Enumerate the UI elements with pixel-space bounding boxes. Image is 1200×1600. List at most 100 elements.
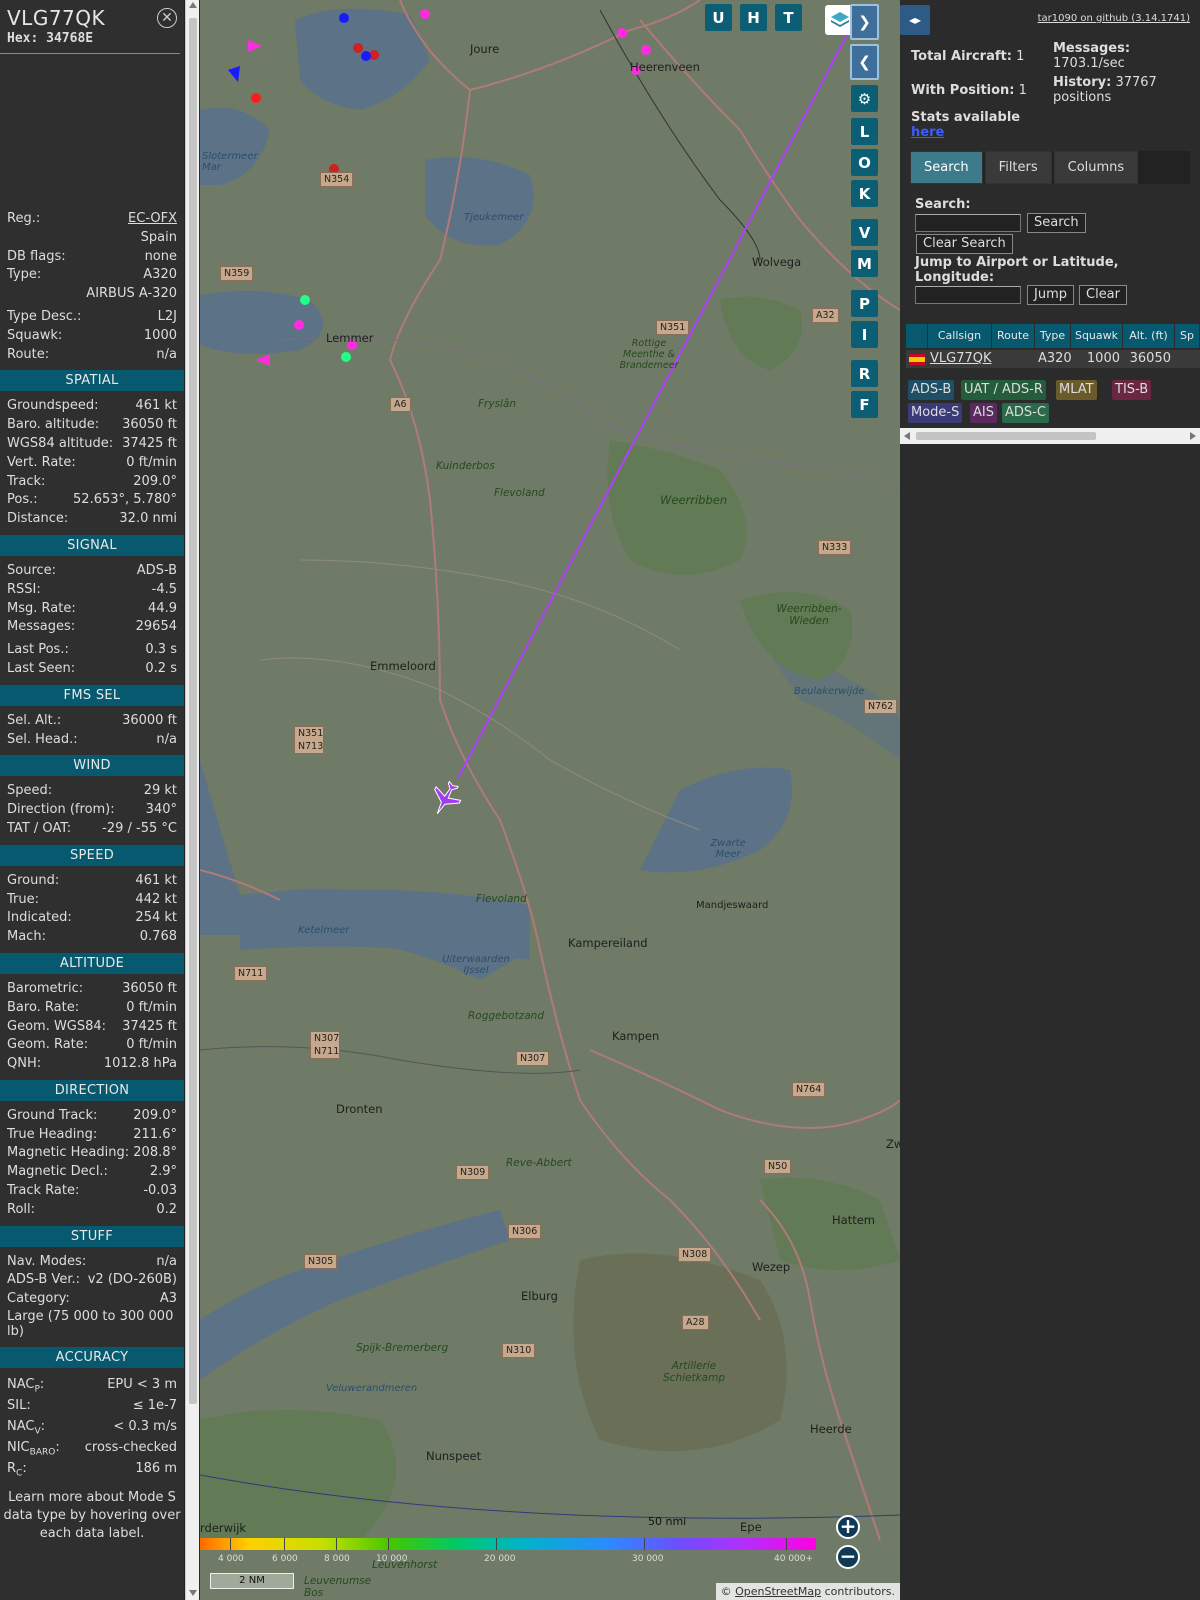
search-button[interactable]: Search	[1027, 213, 1086, 233]
scroll-thumb[interactable]	[189, 18, 197, 1404]
info-row-label[interactable]: True Heading:	[7, 1126, 97, 1145]
info-row-label[interactable]: Magnetic Heading:	[7, 1144, 129, 1163]
info-row-label[interactable]: NICBARO:	[7, 1437, 60, 1458]
toggle-t-button[interactable]: T	[775, 4, 802, 31]
info-row-label[interactable]: Distance:	[7, 510, 68, 529]
next-arrow-icon[interactable]: ❯	[850, 4, 879, 40]
info-row-label[interactable]: Category:	[7, 1290, 70, 1309]
info-row-label[interactable]: Last Pos.:	[7, 641, 69, 660]
spatial-row: Groundspeed: 461 kt	[0, 397, 184, 416]
info-row-label[interactable]: Pos.:	[7, 491, 38, 510]
info-row-label[interactable]: Speed:	[7, 782, 52, 801]
info-row-label[interactable]: Direction (from):	[7, 801, 115, 820]
info-row-label[interactable]: Ground Track:	[7, 1107, 97, 1126]
info-row-label[interactable]: Indicated:	[7, 909, 72, 928]
info-row-label[interactable]: Magnetic Decl.:	[7, 1163, 108, 1182]
registration-link[interactable]: EC-OFX	[128, 210, 177, 229]
info-row-label[interactable]: TAT / OAT:	[7, 820, 71, 839]
shortcut-v-button[interactable]: V	[851, 219, 878, 246]
info-vertical-scrollbar[interactable]	[185, 0, 199, 1600]
scroll-down-icon[interactable]	[189, 1590, 197, 1596]
tab-columns[interactable]: Columns	[1053, 151, 1139, 184]
info-row-label[interactable]: Geom. WGS84:	[7, 1018, 106, 1037]
shortcut-r-button[interactable]: R	[851, 360, 878, 387]
info-row-label[interactable]: Ground:	[7, 872, 59, 891]
scroll-left-icon[interactable]	[904, 432, 910, 440]
stats-here-link[interactable]: here	[911, 125, 944, 140]
info-row-label[interactable]: Track Rate:	[7, 1182, 79, 1201]
info-row-label[interactable]: Roll:	[7, 1201, 35, 1220]
shortcut-i-button[interactable]: I	[851, 321, 878, 348]
info-row-label[interactable]: NACV:	[7, 1416, 45, 1437]
row-callsign[interactable]: VLG77QK	[928, 350, 992, 368]
expand-collapse-icon[interactable]: ◂▸	[900, 5, 930, 35]
shortcut-p-button[interactable]: P	[851, 290, 878, 317]
jump-button[interactable]: Jump	[1027, 285, 1074, 305]
clear-jump-button[interactable]: Clear	[1079, 285, 1127, 305]
col-squawk-header[interactable]: Squawk	[1071, 324, 1123, 348]
tab-filters[interactable]: Filters	[984, 151, 1052, 184]
info-row-label[interactable]: Geom. Rate:	[7, 1036, 88, 1055]
map-view[interactable]: Joure Heerenveen Wolvega Lemmer Emmeloor…	[200, 0, 900, 1600]
info-row-label[interactable]: Vert. Rate:	[7, 454, 76, 473]
shortcut-f-button[interactable]: F	[851, 391, 878, 418]
info-row-label[interactable]: Mach:	[7, 928, 46, 947]
info-row-label[interactable]: Messages:	[7, 618, 75, 637]
info-row-label[interactable]: Sel. Alt.:	[7, 712, 61, 731]
col-speed-header[interactable]: Sp	[1175, 324, 1200, 348]
info-row-label[interactable]: RSSI:	[7, 581, 41, 600]
zoom-in-icon[interactable]: +	[836, 1515, 860, 1539]
info-row-label[interactable]: Groundspeed:	[7, 397, 98, 416]
info-row-label[interactable]: Sel. Head.:	[7, 731, 78, 750]
prev-arrow-icon[interactable]: ❮	[850, 44, 879, 80]
toggle-labels-u-button[interactable]: U	[705, 4, 732, 31]
table-horizontal-scrollbar[interactable]	[900, 428, 1200, 444]
col-flag-header[interactable]	[906, 324, 928, 348]
tab-search[interactable]: Search	[910, 151, 983, 184]
col-callsign-header[interactable]: Callsign	[928, 324, 992, 348]
info-row-label[interactable]: Barometric:	[7, 980, 83, 999]
history-stat: History: 37767 positions	[1053, 75, 1193, 105]
version-link[interactable]: tar1090 on github (3.14.1741)	[1038, 13, 1190, 24]
accuracy-row-nacv: NACV: < 0.3 m/s	[0, 1416, 184, 1437]
col-type-header[interactable]: Type	[1035, 324, 1071, 348]
h-scroll-thumb[interactable]	[916, 432, 1096, 440]
col-alt-header[interactable]: Alt. (ft)	[1123, 324, 1175, 348]
stats-available: Stats available here	[911, 110, 1020, 140]
col-route-header[interactable]: Route	[992, 324, 1035, 348]
scroll-up-icon[interactable]	[189, 2, 197, 8]
osm-link[interactable]: OpenStreetMap	[735, 1585, 821, 1598]
info-row-label[interactable]: Baro. Rate:	[7, 999, 79, 1018]
info-row-label[interactable]: NACP:	[7, 1374, 44, 1395]
info-row-label[interactable]: SIL:	[7, 1395, 31, 1416]
info-row-label[interactable]: WGS84 altitude:	[7, 435, 113, 454]
wind-row: Direction (from): 340°	[0, 801, 184, 820]
info-row-label[interactable]: True:	[7, 891, 39, 910]
info-row-label[interactable]: Last Seen:	[7, 660, 75, 679]
shortcut-l-button[interactable]: L	[851, 118, 878, 145]
info-row-label: Reg.:	[7, 211, 41, 226]
info-row-label[interactable]: Msg. Rate:	[7, 600, 76, 619]
shortcut-o-button[interactable]: O	[851, 149, 878, 176]
shortcut-m-button[interactable]: M	[851, 250, 878, 277]
clear-search-button[interactable]: Clear Search	[916, 234, 1013, 254]
scroll-right-icon[interactable]	[1190, 432, 1196, 440]
settings-gear-icon[interactable]: ⚙	[851, 85, 878, 112]
info-row-value: 461 kt	[135, 872, 177, 888]
info-row-label[interactable]: Nav. Modes:	[7, 1253, 86, 1272]
info-row-label[interactable]: Baro. altitude:	[7, 416, 99, 435]
info-row-label[interactable]: ADS-B Ver.:	[7, 1271, 80, 1290]
zoom-out-icon[interactable]: −	[836, 1545, 860, 1569]
info-row-label[interactable]: RC:	[7, 1458, 27, 1479]
shortcut-k-button[interactable]: K	[851, 180, 878, 207]
table-row[interactable]: VLG77QK A320 1000 36050	[906, 350, 1200, 368]
close-icon[interactable]: ✕	[157, 8, 177, 28]
jump-input[interactable]	[915, 286, 1021, 304]
info-row-label[interactable]: Source:	[7, 562, 56, 581]
info-row-value: none	[144, 248, 177, 264]
info-row-label[interactable]: Track:	[7, 473, 45, 492]
info-row-label[interactable]: QNH:	[7, 1055, 41, 1074]
info-row-label: Route:	[7, 346, 50, 362]
search-input[interactable]	[915, 214, 1021, 232]
toggle-h-button[interactable]: H	[740, 4, 767, 31]
